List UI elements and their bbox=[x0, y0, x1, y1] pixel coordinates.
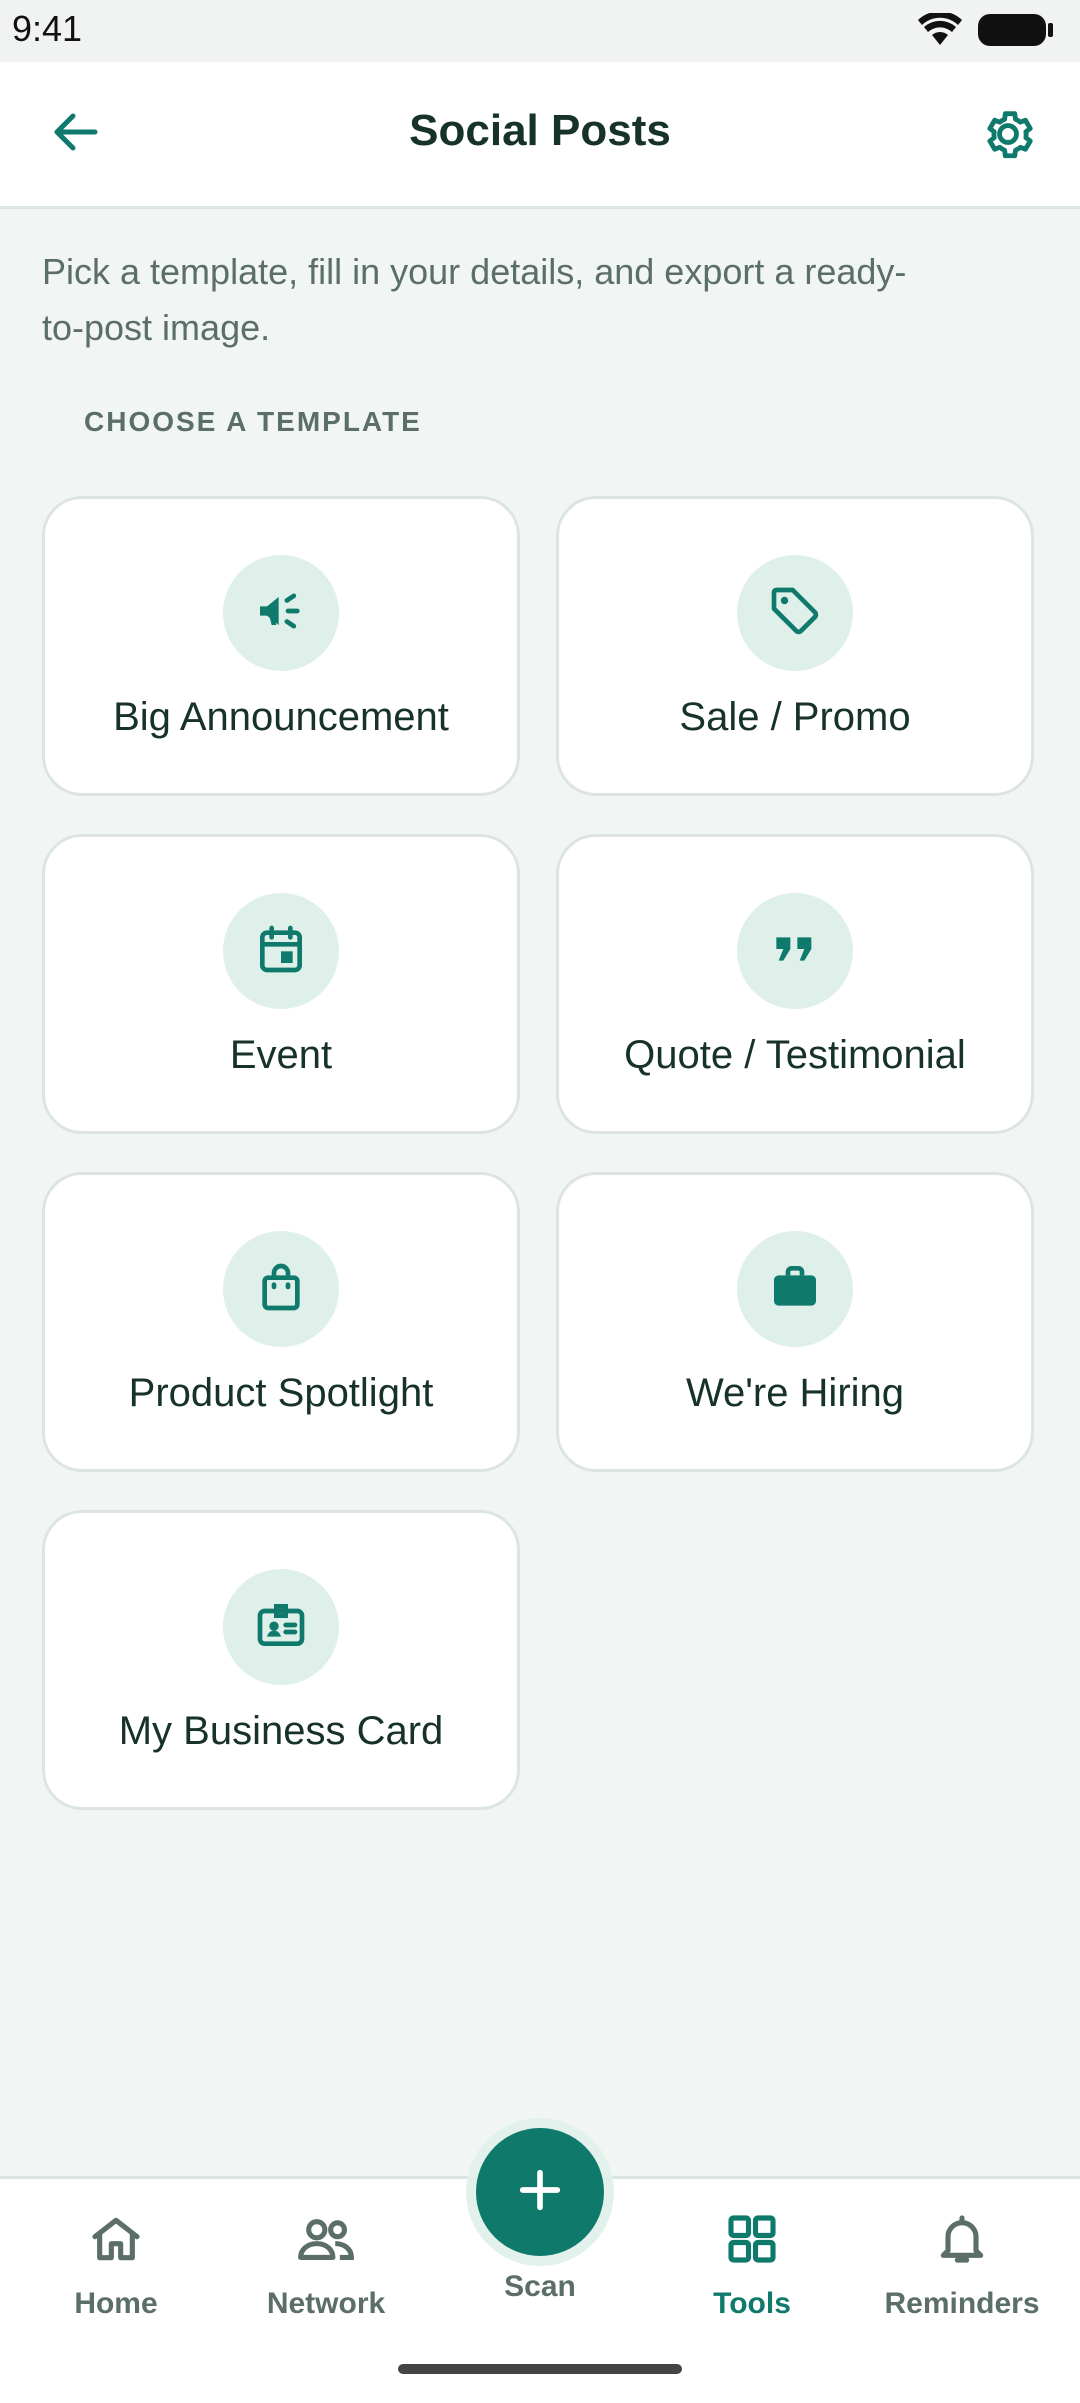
people-icon bbox=[296, 2211, 356, 2272]
card-label: Sale / Promo bbox=[679, 695, 911, 739]
icon-circle bbox=[223, 1569, 339, 1685]
nav-label: Network bbox=[266, 2287, 386, 2320]
intro-text: Pick a template, fill in your details, a… bbox=[42, 251, 907, 348]
icon-circle bbox=[737, 893, 853, 1009]
tag-icon bbox=[767, 583, 823, 644]
icon-circle bbox=[737, 1231, 853, 1347]
icon-circle bbox=[223, 555, 339, 671]
briefcase-icon bbox=[767, 1259, 823, 1320]
card-label: We're Hiring bbox=[685, 1371, 905, 1415]
page-title: Social Posts bbox=[409, 106, 671, 155]
nav-item-network[interactable]: Network bbox=[226, 2209, 426, 2321]
nav-item-reminders[interactable]: Reminders bbox=[862, 2209, 1062, 2321]
megaphone-icon bbox=[253, 583, 309, 644]
section-label: CHOOSE A TEMPLATE bbox=[84, 406, 422, 437]
template-card-quote-testimonial[interactable]: Quote / Testimonial bbox=[556, 834, 1034, 1134]
template-card-sale-promo[interactable]: Sale / Promo bbox=[556, 496, 1034, 796]
nav-item-home[interactable]: Home bbox=[16, 2209, 216, 2321]
status-icons bbox=[918, 11, 1054, 53]
template-card-were-hiring[interactable]: We're Hiring bbox=[556, 1172, 1034, 1472]
home-indicator bbox=[398, 2364, 682, 2374]
icon-circle bbox=[223, 1231, 339, 1347]
template-card-big-announcement[interactable]: Big Announcement bbox=[42, 496, 520, 796]
quote-icon bbox=[767, 921, 823, 982]
bell-icon bbox=[934, 2211, 990, 2272]
nav-icon bbox=[862, 2209, 1062, 2273]
battery-icon bbox=[978, 12, 1054, 53]
wifi-icon bbox=[918, 11, 962, 52]
settings-button[interactable] bbox=[976, 104, 1040, 168]
template-card-event[interactable]: Event bbox=[42, 834, 520, 1134]
nav-icon bbox=[652, 2209, 852, 2273]
template-card-my-business-card[interactable]: My Business Card bbox=[42, 1510, 520, 1810]
card-label: Quote / Testimonial bbox=[624, 1033, 966, 1077]
nav-item-tools[interactable]: Tools bbox=[652, 2209, 852, 2321]
nav-label: Reminders bbox=[884, 2287, 1040, 2320]
app-bar: Social Posts bbox=[0, 62, 1080, 209]
shopping-bag-icon bbox=[253, 1259, 309, 1320]
nav-label: Tools bbox=[713, 2287, 791, 2320]
home-icon bbox=[88, 2211, 144, 2272]
template-card-product-spotlight[interactable]: Product Spotlight bbox=[42, 1172, 520, 1472]
card-label: Big Announcement bbox=[113, 695, 449, 739]
card-label: My Business Card bbox=[118, 1709, 444, 1753]
nav-icon bbox=[226, 2209, 426, 2273]
id-badge-icon bbox=[253, 1597, 309, 1658]
status-bar: 9:41 bbox=[0, 0, 1080, 62]
scan-button[interactable] bbox=[476, 2128, 604, 2256]
nav-label: Home bbox=[74, 2287, 158, 2320]
grid-icon bbox=[724, 2211, 780, 2272]
icon-circle bbox=[223, 893, 339, 1009]
calendar-icon bbox=[253, 921, 309, 982]
nav-icon bbox=[16, 2209, 216, 2273]
status-time: 9:41 bbox=[12, 8, 83, 49]
nav-item-scan-label: Scan bbox=[504, 2270, 576, 2303]
gear-icon bbox=[979, 105, 1037, 168]
card-label: Event bbox=[229, 1033, 333, 1077]
plus-icon bbox=[514, 2164, 566, 2221]
icon-circle bbox=[737, 555, 853, 671]
card-label: Product Spotlight bbox=[128, 1371, 434, 1415]
